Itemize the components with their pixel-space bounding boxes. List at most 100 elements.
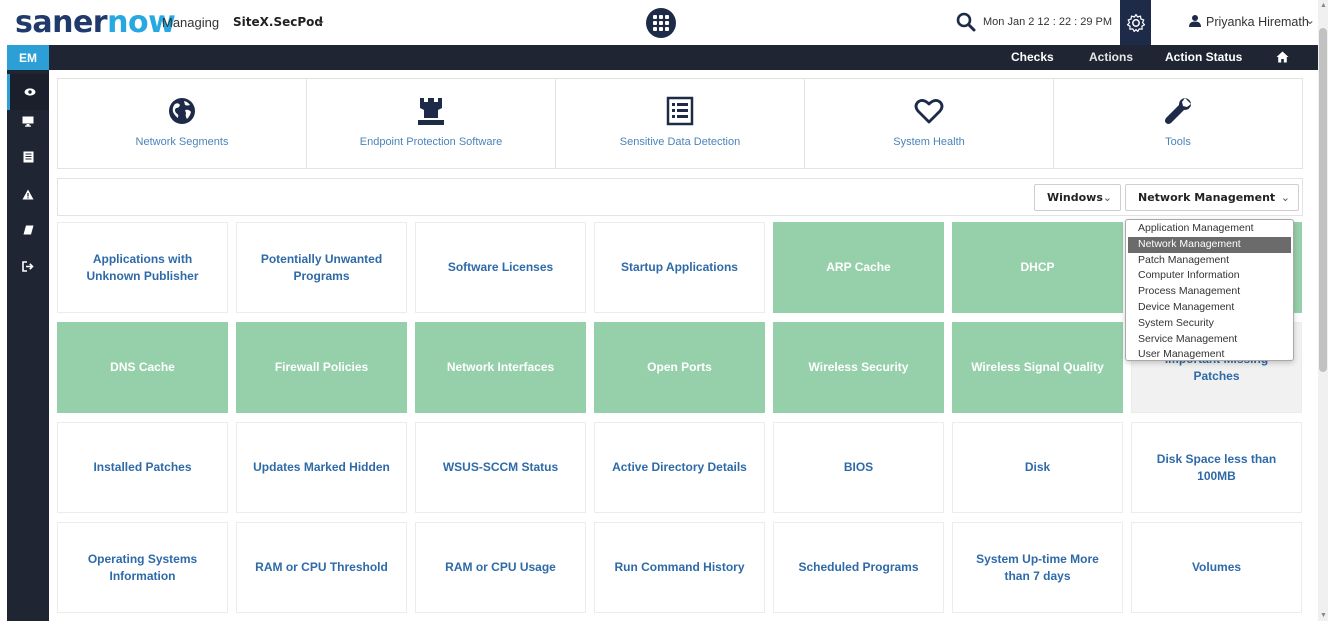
scroll-down-arrow[interactable]: ▼ [1320,612,1327,619]
chevron-down-icon[interactable]: ⌄ [1305,13,1315,27]
check-tile[interactable]: Updates Marked Hidden [236,422,407,513]
user-icon [1189,15,1201,27]
sidebar-item-monitor[interactable] [7,103,49,139]
user-menu[interactable]: Priyanka Hiremath [1206,15,1309,29]
check-tile-label: RAM or CPU Usage [445,560,556,574]
check-tile[interactable]: Disk [952,422,1123,513]
check-tile-label: Scheduled Programs [798,560,919,574]
check-tile[interactable]: Operating Systems Information [57,522,228,613]
eraser-icon [23,225,33,235]
check-tile-label: Software Licenses [447,260,554,274]
os-select[interactable]: Windows ⌄ [1034,184,1121,211]
check-tile[interactable]: Potentially Unwanted Programs [236,222,407,313]
wrench-icon [1165,98,1191,124]
chevron-down-icon[interactable]: ⌄ [316,13,326,27]
category-select-value: Network Management [1138,191,1276,204]
check-tile[interactable]: Wireless Signal Quality [952,322,1123,413]
card-label: Sensitive Data Detection [619,136,741,148]
check-tile[interactable]: BIOS [773,422,944,513]
check-tile[interactable]: Active Directory Details [594,422,765,513]
check-tile-label: BIOS [843,460,874,474]
check-tile[interactable]: RAM or CPU Usage [415,522,586,613]
chevron-down-icon: ⌄ [1280,191,1290,204]
logo-text-saner: saner [15,5,108,40]
nav-bar: Checks Actions Action Status [49,45,1318,70]
category-dropdown-list: Application Management Network Management… [1125,219,1294,361]
check-tile-label: Volumes [1191,560,1242,574]
check-tile-label: Installed Patches [93,460,192,474]
card-network-segments[interactable]: Network Segments [58,79,307,168]
check-tile-label: Wireless Signal Quality [971,360,1104,374]
home-icon[interactable] [1276,51,1289,63]
nav-actions[interactable]: Actions [1089,50,1133,64]
document-icon [23,151,33,163]
dropdown-option[interactable]: Application Management [1126,221,1293,237]
check-tile-label: ARP Cache [826,260,891,274]
dropdown-option[interactable]: Device Management [1126,300,1293,316]
logout-icon [22,260,34,272]
check-tile-label: Applications with Unknown Publisher [86,251,199,283]
card-sensitive-data-detection[interactable]: Sensitive Data Detection [556,79,805,168]
check-tile-label: System Up-time More than 7 days [976,551,1099,583]
check-tile[interactable]: DHCP [952,222,1123,313]
check-tile-label: Startup Applications [621,260,738,274]
os-select-value: Windows [1047,191,1103,204]
check-tile-label: Disk [1024,460,1051,474]
check-tile[interactable]: ARP Cache [773,222,944,313]
category-select[interactable]: Network Management ⌄ [1125,184,1299,211]
check-tile[interactable]: Volumes [1131,522,1302,613]
card-system-health[interactable]: System Health [805,79,1054,168]
check-tile[interactable]: Firewall Policies [236,322,407,413]
check-tile[interactable]: Startup Applications [594,222,765,313]
check-tile[interactable]: Run Command History [594,522,765,613]
check-tile-label: Network Interfaces [446,360,555,374]
check-tile[interactable]: Installed Patches [57,422,228,513]
sidebar-badge-em[interactable]: EM [7,45,49,70]
check-tile-label: DNS Cache [110,360,175,374]
site-selector[interactable]: SiteX.SecPod [233,15,323,29]
check-tile[interactable]: RAM or CPU Threshold [236,522,407,613]
settings-button[interactable] [1120,0,1151,45]
check-tile[interactable]: Applications with Unknown Publisher [57,222,228,313]
dropdown-option[interactable]: User Management [1126,347,1293,363]
check-tile[interactable]: Wireless Security [773,322,944,413]
scrollbar[interactable]: ▲ ▼ [1318,0,1328,621]
check-tile[interactable]: Disk Space less than 100MB [1131,422,1302,513]
check-tile[interactable]: DNS Cache [57,322,228,413]
card-tools[interactable]: Tools [1054,79,1302,168]
card-label: Tools [1165,136,1191,148]
dropdown-option[interactable]: Computer Information [1126,268,1293,284]
check-tile-label: Potentially Unwanted Programs [260,251,383,283]
dropdown-option[interactable]: Patch Management [1126,253,1293,269]
sidebar-item-eraser[interactable] [7,212,49,248]
search-icon[interactable] [955,11,977,33]
sidebar-item-logout[interactable] [7,248,49,284]
check-tile-label: Run Command History [614,560,745,574]
logo[interactable]: sanernow [15,5,176,40]
dropdown-option[interactable]: Process Management [1126,284,1293,300]
check-tile[interactable]: Open Ports [594,322,765,413]
nav-action-status[interactable]: Action Status [1165,50,1242,64]
card-endpoint-protection[interactable]: Endpoint Protection Software [307,79,556,168]
apps-grid-icon[interactable] [646,8,676,38]
check-tile-label: Firewall Policies [274,360,369,374]
scroll-up-arrow[interactable]: ▲ [1320,2,1327,9]
check-tile[interactable]: Software Licenses [415,222,586,313]
card-label: Endpoint Protection Software [359,136,503,148]
sidebar-item-document[interactable] [7,139,49,175]
check-tile-label: Wireless Security [808,360,909,374]
sidebar-item-alerts[interactable] [7,176,49,212]
dropdown-option[interactable]: System Security [1126,316,1293,332]
check-tile-label: Updates Marked Hidden [253,460,390,474]
monitor-icon [22,116,34,127]
check-tile[interactable]: Network Interfaces [415,322,586,413]
dropdown-option[interactable]: Service Management [1126,332,1293,348]
check-tile[interactable]: Scheduled Programs [773,522,944,613]
list-icon [666,96,694,126]
check-tile[interactable]: WSUS-SCCM Status [415,422,586,513]
category-cards: Network Segments Endpoint Protection Sof… [57,78,1303,169]
scrollbar-thumb[interactable] [1319,28,1327,372]
check-tile[interactable]: System Up-time More than 7 days [952,522,1123,613]
nav-checks[interactable]: Checks [1011,50,1054,64]
dropdown-option[interactable]: Network Management [1128,236,1291,253]
